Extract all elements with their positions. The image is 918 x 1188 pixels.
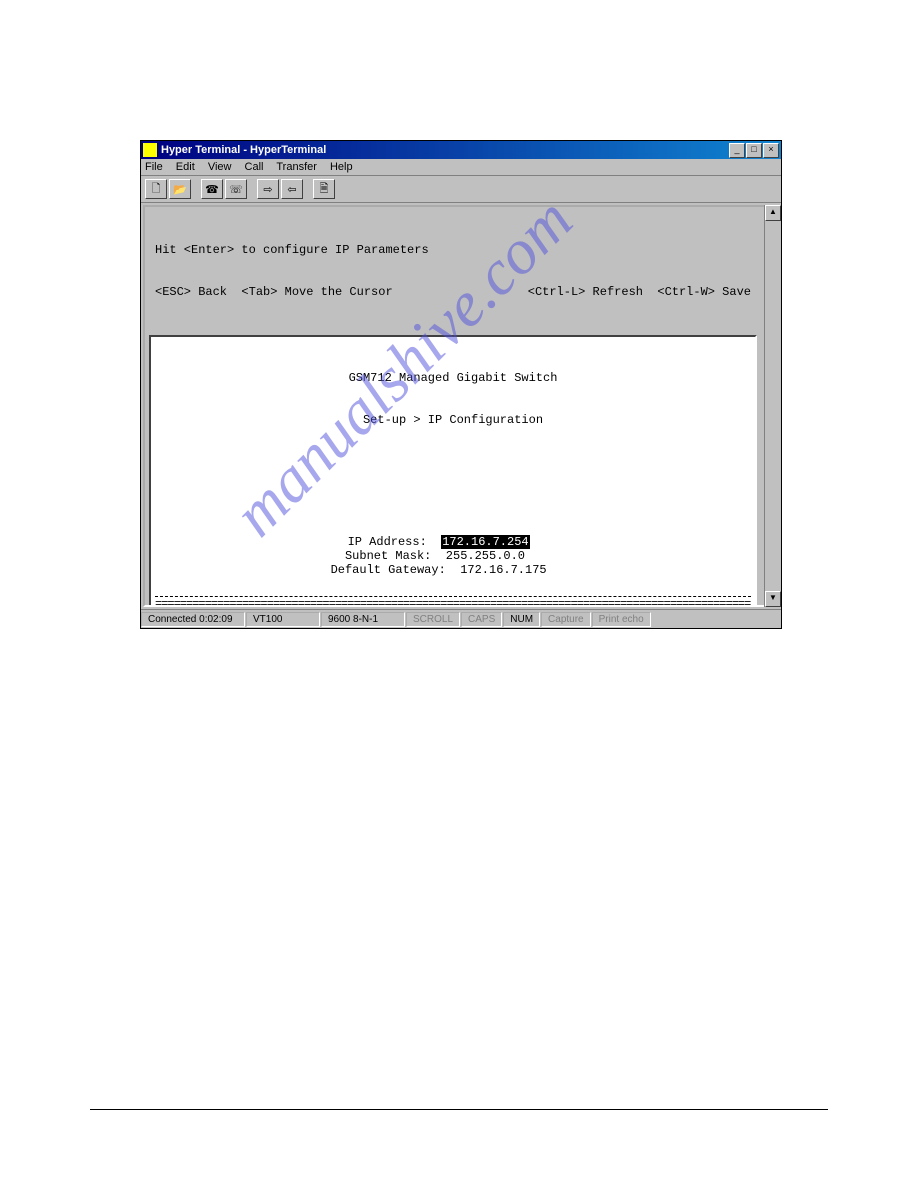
- scroll-down-icon[interactable]: ▼: [765, 591, 781, 607]
- divider: ========================================…: [155, 596, 751, 607]
- menu-help[interactable]: Help: [330, 161, 353, 173]
- help-line2-left: <ESC> Back <Tab> Move the Cursor: [155, 285, 429, 299]
- statusbar: Connected 0:02:09 VT100 9600 8-N-1 SCROL…: [141, 609, 781, 628]
- receive-icon[interactable]: ⇦: [281, 179, 303, 199]
- telephone-connect-icon[interactable]: ☎: [201, 179, 223, 199]
- toolbar: 🗋 📂 ☎ ☏ ⇨ ⇦ 🗎: [141, 176, 781, 203]
- properties-icon[interactable]: 🗎: [313, 179, 335, 199]
- open-doc-icon[interactable]: 📂: [169, 179, 191, 199]
- help-line1: Hit <Enter> to configure IP Parameters: [155, 243, 429, 257]
- maximize-button[interactable]: □: [746, 143, 762, 158]
- status-num: NUM: [503, 612, 540, 627]
- status-settings: 9600 8-N-1: [321, 612, 405, 627]
- status-capture: Capture: [541, 612, 591, 627]
- ip-address-value[interactable]: 172.16.7.254: [441, 535, 529, 549]
- terminal-screen: GSM712 Managed Gigabit Switch Set-up > I…: [149, 335, 757, 607]
- subnet-mask-label: Subnet Mask:: [345, 549, 431, 563]
- ip-config-fields: IP Address: 172.16.7.254 Subnet Mask: 25…: [155, 535, 751, 577]
- window-controls: _ □ ×: [729, 143, 779, 158]
- app-icon: [143, 143, 157, 157]
- screen-title-1: GSM712 Managed Gigabit Switch: [155, 371, 751, 385]
- menubar: File Edit View Call Transfer Help: [141, 159, 781, 176]
- telephone-disconnect-icon[interactable]: ☏: [225, 179, 247, 199]
- status-caps: CAPS: [461, 612, 502, 627]
- default-gateway-label: Default Gateway:: [331, 563, 446, 577]
- status-emulation: VT100: [246, 612, 320, 627]
- menu-view[interactable]: View: [208, 161, 232, 173]
- titlebar[interactable]: Hyper Terminal - HyperTerminal _ □ ×: [141, 141, 781, 159]
- default-gateway-value[interactable]: 172.16.7.175: [460, 563, 546, 577]
- window-title: Hyper Terminal - HyperTerminal: [161, 144, 729, 156]
- help-header: Hit <Enter> to configure IP Parameters <…: [149, 211, 757, 335]
- status-echo: Print echo: [592, 612, 651, 627]
- scroll-up-icon[interactable]: ▲: [765, 205, 781, 221]
- terminal-content[interactable]: Hit <Enter> to configure IP Parameters <…: [143, 205, 779, 607]
- status-connected: Connected 0:02:09: [141, 612, 245, 627]
- help-line2-right: <Ctrl-L> Refresh <Ctrl-W> Save: [528, 285, 751, 299]
- send-icon[interactable]: ⇨: [257, 179, 279, 199]
- screen-title-2: Set-up > IP Configuration: [155, 413, 751, 427]
- menu-transfer[interactable]: Transfer: [276, 161, 317, 173]
- application-window: Hyper Terminal - HyperTerminal _ □ × Fil…: [140, 140, 782, 629]
- close-button[interactable]: ×: [763, 143, 779, 158]
- terminal-area: Hit <Enter> to configure IP Parameters <…: [141, 203, 781, 609]
- menu-edit[interactable]: Edit: [176, 161, 195, 173]
- new-doc-icon[interactable]: 🗋: [145, 179, 167, 199]
- subnet-mask-value[interactable]: 255.255.0.0: [446, 549, 525, 563]
- menu-file[interactable]: File: [145, 161, 163, 173]
- ip-address-label: IP Address:: [348, 535, 427, 549]
- vertical-scrollbar[interactable]: ▲ ▼: [764, 205, 779, 607]
- page-footer-rule: [90, 1109, 828, 1110]
- minimize-button[interactable]: _: [729, 143, 745, 158]
- status-scroll: SCROLL: [406, 612, 460, 627]
- menu-call[interactable]: Call: [245, 161, 264, 173]
